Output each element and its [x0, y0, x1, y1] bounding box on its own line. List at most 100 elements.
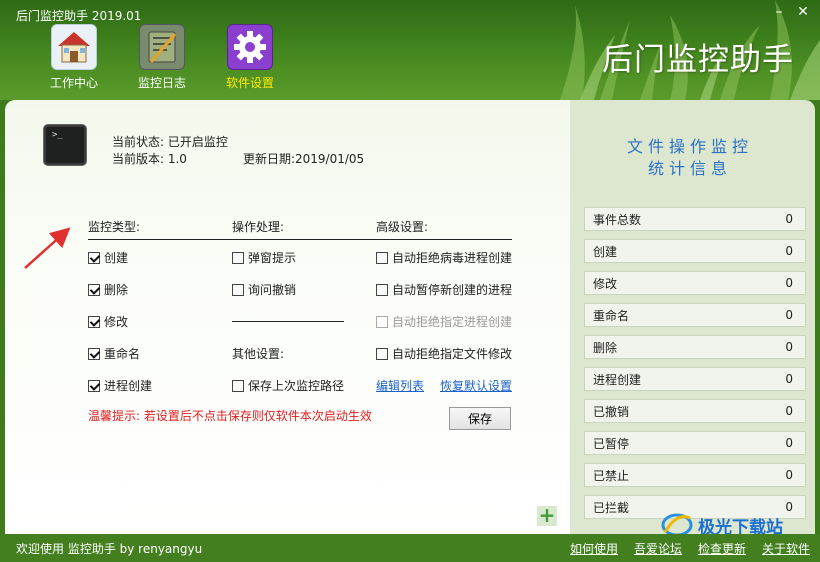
title-bar: 后门监控助手 2019.01 – ✕ 后门监控助手 工作中心 监控日志 软件设置	[0, 0, 820, 100]
stat-row: 已禁止 0	[584, 463, 806, 487]
nav-monitor-log[interactable]: 监控日志	[118, 24, 206, 91]
checkbox-box[interactable]	[88, 251, 100, 264]
status-block: 当前状态: 已开启监控 当前版本: 1.0 更新日期:2019/01/05	[112, 134, 364, 168]
stat-value: 0	[785, 372, 793, 386]
arrow-icon	[24, 227, 71, 269]
checkbox-delete[interactable]: 删除	[88, 281, 128, 298]
nav-settings[interactable]: 软件设置	[206, 24, 294, 91]
settings-panel: >_ 当前状态: 已开启监控 当前版本: 1.0 更新日期:2019/01/05…	[5, 100, 570, 534]
checkbox-box[interactable]	[88, 283, 100, 296]
status-date: 更新日期:2019/01/05	[242, 152, 365, 166]
restore-default-link[interactable]: 恢复默认设置	[440, 377, 512, 394]
stat-label: 已禁止	[593, 468, 630, 483]
checkbox-save-path[interactable]: 保存上次监控路径	[232, 377, 344, 394]
checkbox-box[interactable]	[232, 283, 244, 296]
checkbox-label: 自动拒绝病毒进程创建	[392, 251, 513, 265]
checkbox-process-create[interactable]: 进程创建	[88, 377, 152, 394]
brand-title: 后门监控助手	[602, 42, 794, 78]
welcome-text: 欢迎使用 监控助手 by renyangyu	[16, 542, 203, 556]
terminal-icon: >_	[43, 124, 87, 166]
stat-row: 已撤销 0	[584, 399, 806, 423]
checkbox-reject-virus[interactable]: 自动拒绝病毒进程创建	[376, 249, 512, 266]
stat-value: 0	[785, 276, 793, 290]
nav-monitor-log-label: 监控日志	[137, 76, 186, 90]
stat-row: 修改 0	[584, 271, 806, 295]
close-button[interactable]: ✕	[796, 4, 810, 20]
checkbox-popup-alert[interactable]: 弹窗提示	[232, 249, 296, 266]
status-bar: 欢迎使用 监控助手 by renyangyu 如何使用 吾爱论坛 检查更新 关于…	[0, 534, 820, 562]
other-settings-label: 其他设置:	[232, 347, 285, 361]
stat-value: 0	[785, 244, 793, 258]
checkbox-box	[376, 315, 388, 328]
stats-panel: 文件操作监控 统计信息 事件总数 0 创建 0 修改 0 重命名 0 删除 0 进程创建 0 已撤销 0 已…	[570, 100, 815, 534]
checkbox-box[interactable]	[88, 315, 100, 328]
how-to-use-link[interactable]: 如何使用	[570, 540, 618, 557]
minimize-button[interactable]: –	[772, 4, 786, 20]
checkbox-box[interactable]	[376, 347, 388, 360]
checkbox-box[interactable]	[376, 251, 388, 264]
checkbox-box[interactable]	[88, 347, 100, 360]
advanced-header: 高级设置:	[376, 220, 429, 234]
checkbox-box[interactable]	[376, 283, 388, 296]
checkbox-box[interactable]	[232, 251, 244, 264]
stat-value: 0	[785, 212, 793, 226]
checkbox-create[interactable]: 创建	[88, 249, 128, 266]
checkbox-rename[interactable]: 重命名	[88, 345, 140, 362]
checkbox-label: 弹窗提示	[248, 251, 297, 265]
nav-work-center-label: 工作中心	[49, 76, 98, 90]
checkbox-label: 重命名	[104, 347, 141, 361]
notebook-icon	[139, 24, 185, 70]
checkbox-label: 创建	[104, 251, 129, 265]
gear-icon	[227, 24, 273, 70]
stat-label: 已暂停	[593, 436, 630, 451]
checkbox-pause-new[interactable]: 自动暂停新创建的进程	[376, 281, 512, 298]
divider	[232, 321, 344, 322]
checkbox-reject-process: 自动拒绝指定进程创建	[376, 313, 512, 330]
footer-links: 如何使用 吾爱论坛 检查更新 关于软件	[570, 540, 810, 557]
stat-label: 已撤销	[593, 404, 630, 419]
checkbox-box[interactable]	[88, 379, 100, 392]
window-controls: – ✕	[772, 4, 810, 20]
stat-label: 删除	[593, 340, 618, 355]
about-link[interactable]: 关于软件	[762, 540, 810, 557]
checkbox-label: 询问撤销	[248, 283, 297, 297]
stat-value: 0	[785, 340, 793, 354]
main-nav: 工作中心 监控日志 软件设置	[30, 24, 294, 91]
edit-list-link[interactable]: 编辑列表	[376, 377, 424, 394]
stat-value: 0	[785, 436, 793, 450]
checkbox-ask-undo[interactable]: 询问撤销	[232, 281, 296, 298]
checkbox-reject-file[interactable]: 自动拒绝指定文件修改	[376, 345, 512, 362]
stat-value: 0	[785, 404, 793, 418]
stats-title-line2: 统计信息	[647, 159, 732, 178]
stat-label: 重命名	[593, 308, 630, 323]
stat-value: 0	[785, 308, 793, 322]
warning-text: 温馨提示: 若设置后不点击保存则仅软件本次启动生效	[88, 409, 372, 423]
status-version: 当前版本: 1.0	[112, 152, 187, 166]
checkbox-label: 保存上次监控路径	[248, 379, 345, 393]
stat-row: 已暂停 0	[584, 431, 806, 455]
stat-label: 进程创建	[593, 372, 642, 387]
stat-label: 已拦截	[593, 500, 630, 515]
stat-value: 0	[785, 468, 793, 482]
save-button[interactable]: 保存	[449, 407, 511, 430]
forum-link[interactable]: 吾爱论坛	[634, 540, 682, 557]
monitor-type-header: 监控类型:	[88, 220, 141, 234]
stat-label: 事件总数	[593, 212, 642, 227]
stats-title-line1: 文件操作监控	[626, 137, 753, 156]
window-title: 后门监控助手 2019.01	[16, 9, 142, 23]
stat-row: 事件总数 0	[584, 207, 806, 231]
check-update-link[interactable]: 检查更新	[698, 540, 746, 557]
checkbox-label: 删除	[104, 283, 129, 297]
house-icon	[51, 24, 97, 70]
checkbox-box[interactable]	[232, 379, 244, 392]
add-button[interactable]: +	[537, 505, 557, 526]
nav-work-center[interactable]: 工作中心	[30, 24, 118, 91]
checkbox-modify[interactable]: 修改	[88, 313, 128, 330]
action-header: 操作处理:	[232, 220, 285, 234]
checkbox-label: 自动拒绝指定文件修改	[392, 347, 513, 361]
stat-label: 修改	[593, 276, 618, 291]
checkbox-label: 自动暂停新创建的进程	[392, 283, 513, 297]
stat-row: 重命名 0	[584, 303, 806, 327]
stat-row: 进程创建 0	[584, 367, 806, 391]
checkbox-label: 进程创建	[104, 379, 153, 393]
